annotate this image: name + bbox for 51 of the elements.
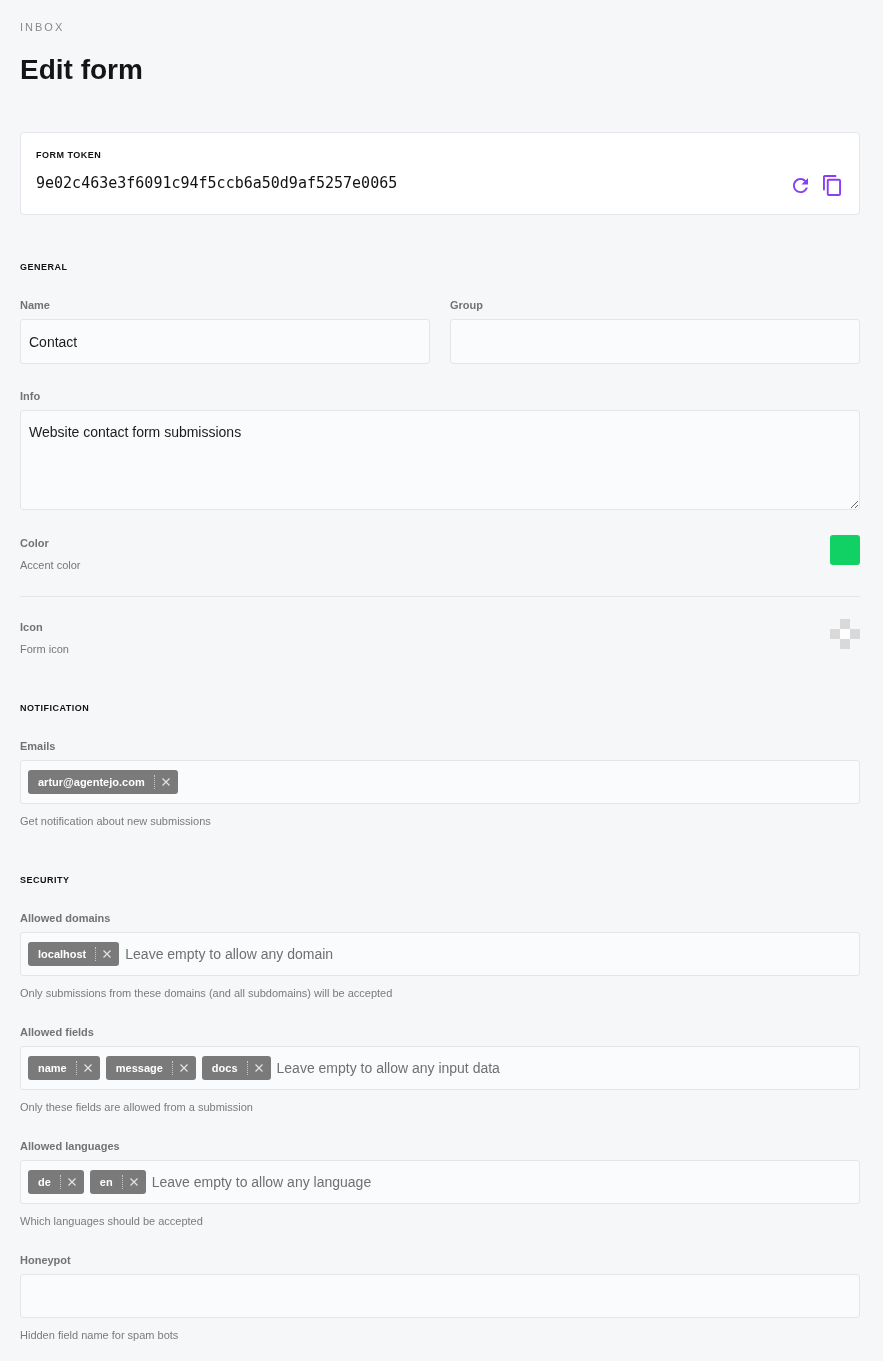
close-icon[interactable]: [129, 1178, 138, 1186]
tag-entry-input[interactable]: Leave empty to allow any input data: [276, 1060, 851, 1076]
token-label: FORM TOKEN: [36, 149, 102, 161]
hint-text: Only submissions from these domains (and all subdomains) will be accepted: [20, 986, 393, 1000]
section-heading: NOTIFICATION: [20, 702, 90, 714]
close-icon[interactable]: [83, 1064, 92, 1072]
setting-label: Icon: [20, 620, 43, 634]
refresh-icon[interactable]: [793, 178, 808, 193]
field-label: Emails: [20, 739, 56, 753]
tag-text: de: [38, 1175, 51, 1189]
color-swatch[interactable]: [830, 535, 860, 565]
copy-icon[interactable]: [823, 175, 841, 196]
setting-description: Accent color: [20, 558, 81, 572]
hint-text: Get notification about new submissions: [20, 814, 211, 828]
field-label: Honeypot: [20, 1253, 71, 1267]
hint-text: Which languages should be accepted: [20, 1214, 203, 1228]
field-label: Allowed domains: [20, 911, 111, 925]
tag-text: message: [115, 1061, 163, 1075]
tag-input-field[interactable]: de en Leave empty to allow any language: [20, 1160, 860, 1204]
field-label: Group: [450, 298, 483, 312]
section-heading: SECURITY: [20, 874, 70, 886]
close-icon[interactable]: [161, 778, 170, 786]
field-label: Allowed fields: [20, 1025, 94, 1039]
tag-text: name: [38, 1061, 67, 1075]
breadcrumb[interactable]: INBOX: [20, 20, 65, 34]
tag-text: en: [99, 1175, 113, 1189]
hint-text: Only these fields are allowed from a submission: [20, 1100, 253, 1114]
tag-text: docs: [211, 1061, 238, 1075]
tag-text: localhost: [38, 947, 87, 961]
textarea-field[interactable]: Website contact form submissions: [20, 410, 860, 510]
setting-description: Form icon: [20, 642, 69, 656]
token-value: 9e02c463e3f6091c94f5ccb6a50d9af5257e0065: [36, 173, 398, 193]
field-label: Info: [20, 389, 41, 403]
tag-text: artur@agentejo.com: [38, 775, 145, 789]
hint-text: Hidden field name for spam bots: [20, 1328, 179, 1342]
page-title: Edit form: [20, 53, 143, 87]
tag-input-field[interactable]: name message docs Leave empty to allow any input data: [20, 1046, 860, 1090]
close-icon[interactable]: [179, 1064, 188, 1072]
section-heading: GENERAL: [20, 261, 68, 273]
setting-label: Color: [20, 536, 49, 550]
field-label: Allowed languages: [20, 1139, 120, 1153]
tag-entry-input[interactable]: Leave empty to allow any language: [151, 1174, 851, 1190]
tag-input-field[interactable]: localhost Leave empty to allow any domain: [20, 932, 860, 976]
checker-icon[interactable]: [830, 619, 860, 649]
close-icon[interactable]: [103, 950, 112, 958]
tag-input-field[interactable]: artur@agentejo.com: [20, 760, 860, 804]
field-label: Name: [20, 298, 50, 312]
text-input[interactable]: Contact: [20, 319, 430, 364]
close-icon[interactable]: [67, 1178, 76, 1186]
tag-entry-input[interactable]: Leave empty to allow any domain: [125, 946, 851, 962]
close-icon[interactable]: [254, 1064, 263, 1072]
